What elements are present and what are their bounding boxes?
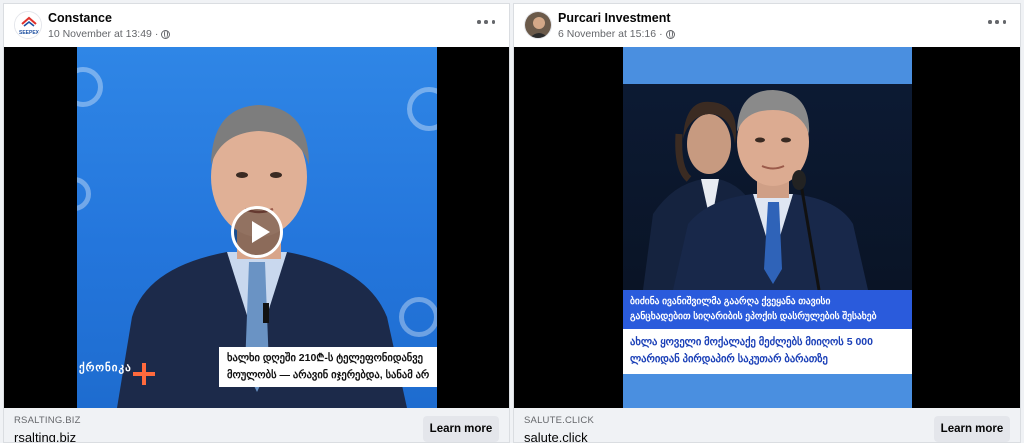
globe-icon xyxy=(161,29,171,39)
station-logo: ქრონიკა xyxy=(79,362,132,374)
caption-line: მოულობს — არავინ იჯერებდა, სანამ არ სცად… xyxy=(227,369,429,381)
video-player[interactable]: ქრონიკა ხალხი დღეში 210₾-ს ტელეფონიდანვე… xyxy=(4,47,509,408)
post-header: SEEPEX Constance 10 November at 13:49 · xyxy=(4,4,509,46)
svg-text:SEEPEX: SEEPEX xyxy=(19,30,40,36)
post-meta: 6 November at 15:16 · xyxy=(558,28,675,40)
link-preview[interactable]: SALUTE.CLICK salute.click Learn more xyxy=(514,408,1020,442)
video-caption: ხალხი დღეში 210₾-ს ტელეფონიდანვე მოულობს… xyxy=(219,347,437,387)
blue-band xyxy=(623,374,912,408)
profile-photo xyxy=(525,12,551,38)
speech-scene xyxy=(623,84,912,290)
post-header: Purcari Investment 6 November at 15:16 · xyxy=(514,4,1020,46)
post-meta: 10 November at 13:49 · xyxy=(48,28,171,40)
link-domain: RSALTING.BIZ xyxy=(14,415,81,426)
more-horizontal-icon[interactable] xyxy=(477,18,495,26)
caption-line: განცხადებით სიღარიბის ეპოქის დასრულების … xyxy=(630,311,877,322)
caption-line: ბიძინა ივანიშვილმა გაარღა ქვეყანა თავისი xyxy=(630,296,831,307)
ad-post: SEEPEX Constance 10 November at 13:49 · xyxy=(3,3,510,443)
station-plus-logo xyxy=(133,363,155,385)
author-name[interactable]: Purcari Investment xyxy=(558,11,671,25)
seepex-logo: SEEPEX xyxy=(15,12,41,38)
headline-caption: ბიძინა ივანიშვილმა გაარღა ქვეყანა თავისი… xyxy=(623,290,912,329)
blue-band xyxy=(623,47,912,84)
avatar[interactable]: SEEPEX xyxy=(14,11,42,39)
timestamp[interactable]: 6 November at 15:16 xyxy=(558,28,656,40)
link-title[interactable]: rsalting.biz xyxy=(14,430,76,442)
image-frame: ბიძინა ივანიშვილმა გაარღა ქვეყანა თავისი… xyxy=(623,47,912,408)
link-domain: SALUTE.CLICK xyxy=(524,415,594,426)
ad-image[interactable]: ბიძინა ივანიშვილმა გაარღა ქვეყანა თავისი… xyxy=(514,47,1020,408)
speaker-photo xyxy=(643,90,868,290)
play-icon[interactable] xyxy=(231,206,283,258)
link-title[interactable]: salute.click xyxy=(524,430,588,442)
learn-more-button[interactable]: Learn more xyxy=(934,416,1010,442)
caption-line: ხალხი დღეში 210₾-ს ტელეფონიდანვე xyxy=(227,352,423,364)
more-horizontal-icon[interactable] xyxy=(988,18,1006,26)
offer-caption: ახლა ყოველი მოქალაქე მეძლებს მიიღოს 5 00… xyxy=(623,329,912,374)
globe-icon xyxy=(665,29,675,39)
caption-line: ახლა ყოველი მოქალაქე მეძლებს მიიღოს 5 00… xyxy=(630,336,873,348)
avatar[interactable] xyxy=(524,11,552,39)
link-preview[interactable]: RSALTING.BIZ rsalting.biz Learn more xyxy=(4,408,509,442)
timestamp[interactable]: 10 November at 13:49 xyxy=(48,28,152,40)
author-name[interactable]: Constance xyxy=(48,11,112,25)
learn-more-button[interactable]: Learn more xyxy=(423,416,499,442)
caption-line: ლარიდან პირდაპირ საკუთარ ბარათზე xyxy=(630,353,828,365)
ad-post: Purcari Investment 6 November at 15:16 · xyxy=(513,3,1021,443)
